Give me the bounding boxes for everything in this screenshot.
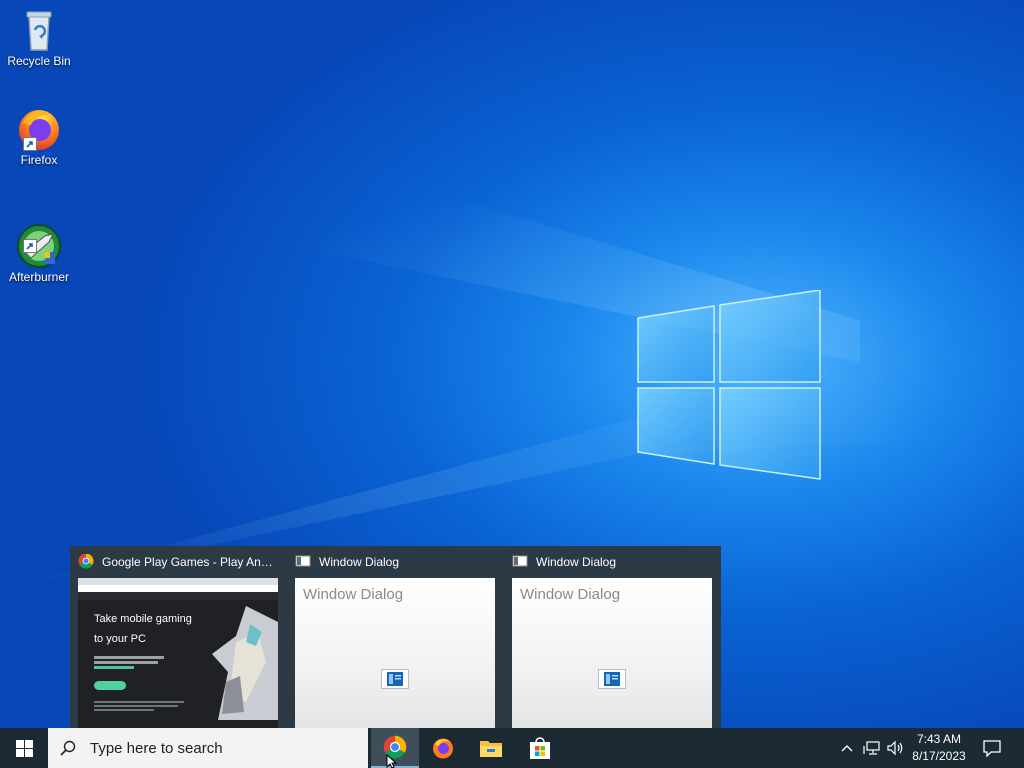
- desktop-icon-label: Firefox: [20, 153, 58, 167]
- taskbar-app-firefox[interactable]: [419, 728, 467, 768]
- taskbar-clock[interactable]: 7:43 AM 8/17/2023: [906, 728, 972, 768]
- page-cta-button: [94, 681, 126, 690]
- start-button[interactable]: [0, 728, 48, 768]
- recycle-bin-icon: [15, 6, 63, 54]
- page-body-text: [94, 656, 164, 659]
- preview-title-text: Window Dialog: [319, 555, 400, 569]
- preview-thumbnail-window-dialog-2[interactable]: Window Dialog Window Dialog: [504, 546, 720, 728]
- shortcut-arrow-icon: [23, 239, 37, 253]
- taskbar-search-box[interactable]: Type here to search: [48, 728, 368, 768]
- search-placeholder: Type here to search: [90, 739, 223, 757]
- mouse-cursor-icon: [386, 754, 398, 768]
- preview-chrome-page: Take mobile gaming to your PC: [78, 578, 278, 728]
- desktop-icon-label: Recycle Bin: [7, 54, 71, 68]
- browser-tab-strip: [78, 578, 278, 585]
- msi-afterburner-icon: [15, 207, 63, 268]
- windows-start-icon: [15, 739, 33, 757]
- dialog-window-icon: [381, 669, 409, 689]
- desktop-icon-msi-afterburner[interactable]: MSI Afterburner: [4, 207, 74, 285]
- volume-tray-button[interactable]: [884, 728, 906, 768]
- clock-time: 7:43 AM: [916, 732, 962, 746]
- page-footnote: [94, 701, 184, 703]
- preview-thumbnail-window-dialog-1[interactable]: Window Dialog Window Dialog: [287, 546, 503, 728]
- page-link-text: [94, 666, 134, 669]
- network-icon: [863, 741, 880, 755]
- network-tray-button[interactable]: [860, 728, 884, 768]
- page-header-bar: [78, 592, 278, 600]
- preview-title: Window Dialog: [512, 554, 712, 570]
- firefox-icon: [15, 105, 63, 153]
- preview-dialog-window: Window Dialog: [295, 578, 495, 728]
- dialog-title-text: Window Dialog: [520, 586, 621, 603]
- preview-title: Google Play Games - Play Andr...: [78, 554, 278, 570]
- microsoft-store-icon: [530, 737, 550, 759]
- preview-title-text: Google Play Games - Play Andr...: [102, 555, 278, 569]
- taskbar: Type here to search 7:43 AM 8/17/2023: [0, 728, 1024, 768]
- preview-thumbnail-chrome[interactable]: Google Play Games - Play Andr... Take mo…: [70, 546, 286, 728]
- window-dialog-icon: [512, 554, 528, 570]
- search-icon: [60, 740, 76, 756]
- taskbar-preview-flyout: Google Play Games - Play Andr... Take mo…: [70, 546, 721, 728]
- page-body-text: [94, 661, 158, 664]
- taskbar-app-file-explorer[interactable]: [467, 728, 515, 768]
- firefox-icon: [433, 738, 453, 759]
- browser-address-bar: [78, 585, 278, 592]
- shortcut-arrow-icon: [23, 137, 37, 151]
- game-character-art: [212, 606, 278, 720]
- notification-icon: [983, 740, 1001, 757]
- chevron-up-icon: [841, 745, 853, 752]
- page-heading: Take mobile gaming to your PC: [94, 613, 192, 645]
- preview-title-text: Window Dialog: [536, 555, 617, 569]
- preview-dialog-window: Window Dialog: [512, 578, 712, 728]
- speaker-icon: [887, 740, 903, 756]
- desktop-icon-firefox[interactable]: Firefox: [4, 105, 74, 168]
- desktop-icon-recycle-bin[interactable]: Recycle Bin: [4, 6, 74, 69]
- windows-wallpaper-logo: [637, 290, 821, 480]
- window-dialog-icon: [295, 554, 311, 570]
- page-footnote: [94, 709, 154, 711]
- chrome-icon: [78, 554, 94, 570]
- page-footnote: [94, 705, 178, 707]
- preview-title: Window Dialog: [295, 554, 495, 570]
- action-center-button[interactable]: [976, 728, 1008, 768]
- file-explorer-icon: [480, 741, 502, 757]
- dialog-window-icon: [598, 669, 626, 689]
- show-hidden-icons-button[interactable]: [836, 728, 858, 768]
- taskbar-app-microsoft-store[interactable]: [516, 728, 564, 768]
- dialog-title-text: Window Dialog: [303, 586, 404, 603]
- clock-date: 8/17/2023: [912, 749, 966, 763]
